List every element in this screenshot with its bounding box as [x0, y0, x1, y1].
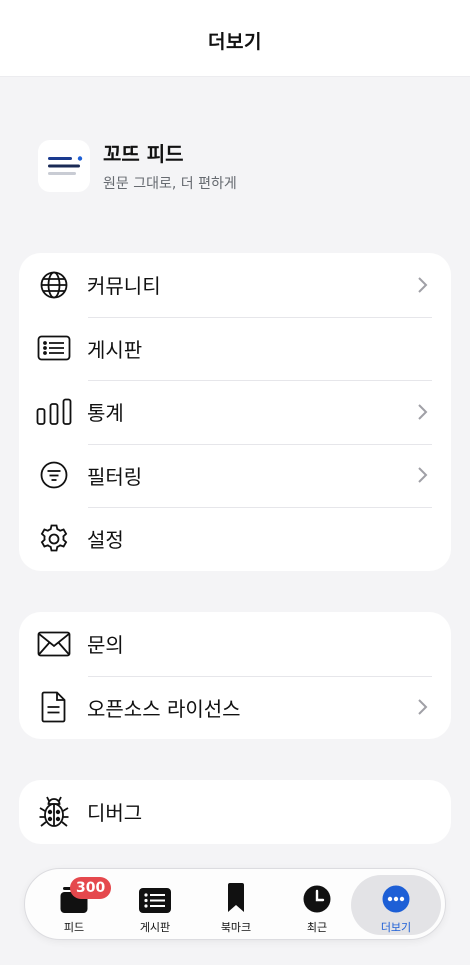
bug-icon — [36, 794, 72, 830]
menu-item-board[interactable]: 게시판 — [19, 316, 451, 381]
tab-board[interactable]: 게시판 — [114, 875, 196, 935]
tab-feed[interactable]: 피드 300 — [33, 875, 115, 935]
menu-label: 게시판 — [87, 337, 143, 362]
tab-label: 최근 — [306, 921, 328, 934]
tab-label: 더보기 — [380, 921, 412, 934]
menu-item-community[interactable]: 커뮤니티 — [19, 253, 451, 317]
list-icon — [36, 330, 72, 366]
menu-item-oss-license[interactable]: 오픈소스 라이선스 — [19, 675, 451, 740]
app-info-card: 꼬뜨 피드 원문 그대로, 더 편하게 — [38, 138, 237, 193]
menu-item-filtering[interactable]: 필터링 — [19, 443, 451, 508]
menu-item-stats[interactable]: 통계 — [19, 380, 451, 444]
menu-item-contact[interactable]: 문의 — [19, 612, 451, 676]
bottom-tab-bar: 피드 300 게시판 북마크 최근 더보기 — [24, 868, 446, 940]
list-icon — [139, 888, 171, 913]
chevron-right-icon — [418, 404, 428, 420]
debug-menu-group: 디버그 — [19, 780, 451, 844]
page-title: 더보기 — [208, 30, 262, 53]
tab-label: 게시판 — [139, 921, 171, 934]
tab-more[interactable]: 더보기 — [351, 875, 441, 935]
globe-icon — [36, 267, 72, 303]
bar-chart-icon — [36, 394, 72, 430]
menu-label: 디버그 — [87, 801, 143, 826]
top-header: 더보기 — [0, 0, 470, 77]
support-menu-group: 문의 오픈소스 라이선스 — [19, 612, 451, 739]
menu-label: 오픈소스 라이선스 — [87, 696, 241, 721]
tab-bookmark[interactable]: 북마크 — [195, 875, 277, 935]
menu-item-settings[interactable]: 설정 — [19, 507, 451, 571]
chevron-right-icon — [418, 277, 428, 293]
menu-item-debug[interactable]: 디버그 — [19, 780, 451, 844]
filter-icon — [36, 457, 72, 493]
app-tagline: 원문 그대로, 더 편하게 — [103, 176, 237, 192]
more-icon — [382, 885, 410, 913]
menu-label: 커뮤니티 — [87, 274, 161, 299]
app-logo — [38, 139, 90, 192]
tab-label: 피드 — [63, 921, 85, 934]
chevron-right-icon — [418, 467, 428, 483]
menu-label: 필터링 — [87, 464, 143, 489]
clock-icon — [303, 885, 331, 913]
main-menu-group: 커뮤니티 게시판 통계 필터링 설정 — [19, 253, 451, 571]
menu-label: 설정 — [87, 528, 124, 553]
menu-label: 통계 — [87, 401, 124, 426]
app-name: 꼬뜨 피드 — [103, 142, 184, 166]
menu-label: 문의 — [87, 633, 124, 658]
document-icon — [36, 689, 72, 725]
tab-recent[interactable]: 최근 — [276, 875, 358, 935]
gear-icon — [36, 521, 72, 557]
mail-icon — [36, 626, 72, 662]
tab-label: 북마크 — [220, 921, 252, 934]
chevron-right-icon — [418, 699, 428, 715]
unread-count-badge: 300 — [70, 877, 112, 899]
bookmark-icon — [228, 883, 244, 912]
